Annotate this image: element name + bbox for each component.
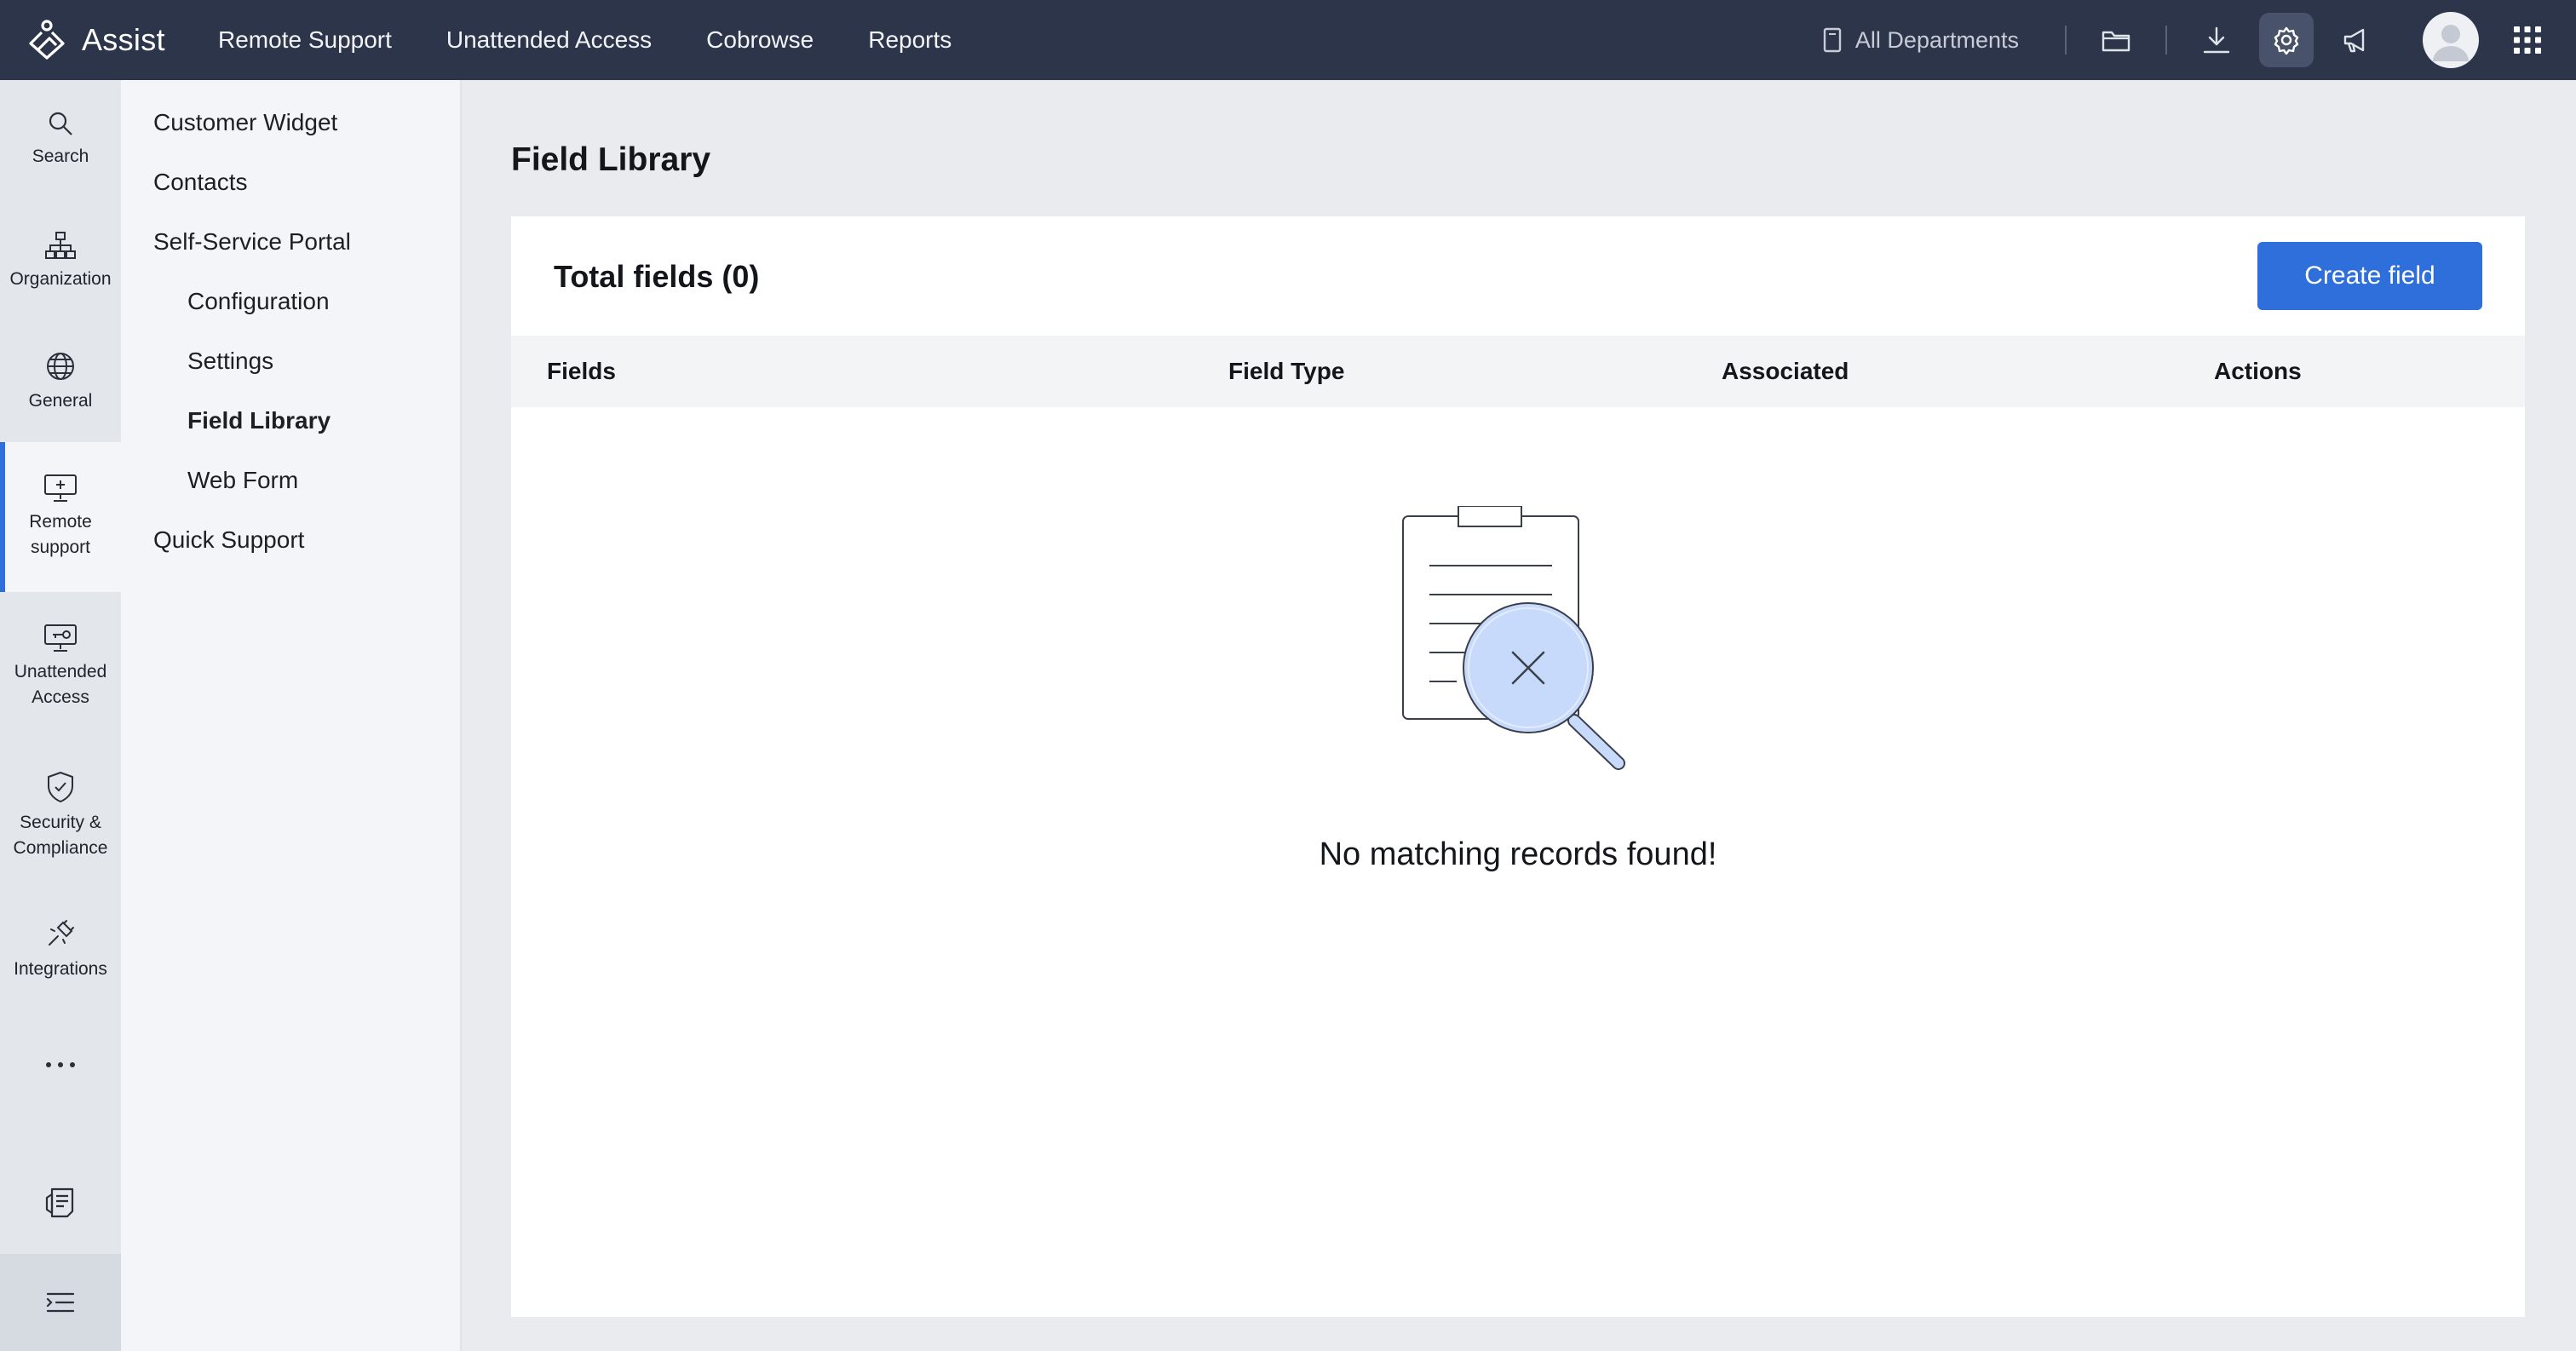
- column-header-associated: Associated: [1722, 358, 1849, 384]
- more-dots-icon: [46, 1062, 75, 1067]
- subnav-contacts[interactable]: Contacts: [153, 169, 248, 196]
- rail-item-security-compliance[interactable]: Security & Compliance: [0, 741, 121, 890]
- subnav-web-form[interactable]: Web Form: [187, 467, 298, 494]
- rail-label-line2: Access: [32, 687, 89, 707]
- rail-item-release-notes[interactable]: [0, 1170, 121, 1235]
- column-header-fields: Fields: [547, 358, 616, 384]
- rail-label: General: [28, 391, 93, 411]
- total-fields-heading: Total fields (0): [554, 259, 760, 294]
- rail-item-general[interactable]: General: [0, 323, 121, 442]
- create-field-button[interactable]: Create field: [2257, 242, 2482, 310]
- department-label: All Departments: [1854, 26, 2019, 53]
- rail-label: Organization: [9, 268, 112, 289]
- topnav-unattended-access[interactable]: Unattended Access: [446, 26, 652, 54]
- assist-logo-icon: [29, 20, 65, 60]
- department-selector[interactable]: All Departments: [1823, 27, 2019, 54]
- settings-icon: [2274, 26, 2299, 55]
- rail-label: Integrations: [14, 959, 107, 979]
- subnav-field-library[interactable]: Field Library: [187, 407, 331, 434]
- icon-rail: Search Organization General Remote suppo…: [0, 80, 121, 1351]
- rail-label-line2: Compliance: [13, 837, 108, 858]
- announcements-button[interactable]: [2329, 13, 2383, 67]
- rail-item-more[interactable]: [0, 1009, 121, 1120]
- search-icon: [49, 112, 72, 135]
- monitor-key-icon: [44, 624, 77, 652]
- empty-state-message: No matching records found!: [1319, 836, 1717, 872]
- shield-check-icon: [48, 771, 73, 802]
- rail-label-line1: Security &: [20, 812, 101, 832]
- page-title: Field Library: [511, 141, 711, 178]
- divider: [2065, 26, 2067, 55]
- top-navigation-bar: Assist Remote Support Unattended Access …: [0, 0, 2576, 80]
- app-name: Assist: [82, 22, 165, 57]
- globe-icon: [47, 353, 74, 380]
- apps-grid-icon[interactable]: [2513, 26, 2542, 55]
- user-avatar-icon: [2433, 25, 2469, 61]
- plug-icon: [49, 920, 74, 946]
- rail-label-line1: Unattended: [14, 661, 107, 681]
- download-icon: [2203, 26, 2230, 54]
- fields-card: Total fields (0) Create field Fields Fie…: [511, 216, 2525, 1317]
- topbar-actions: All Departments: [1823, 0, 2576, 80]
- top-nav: Remote Support Unattended Access Cobrows…: [218, 0, 1006, 80]
- avatar[interactable]: [2423, 12, 2479, 68]
- empty-state-illustration: [1402, 506, 1625, 770]
- subnav-self-service-portal[interactable]: Self-Service Portal: [153, 228, 351, 256]
- subnav-configuration[interactable]: Configuration: [187, 288, 330, 315]
- org-chart-icon: [45, 231, 76, 259]
- building-icon: [1823, 27, 1842, 53]
- collapse-menu-button[interactable]: [0, 1254, 121, 1351]
- divider: [2165, 26, 2167, 55]
- column-header-field-type: Field Type: [1228, 358, 1345, 384]
- download-button[interactable]: [2189, 13, 2244, 67]
- rail-label-line1: Remote: [29, 512, 92, 532]
- subnav-quick-support[interactable]: Quick Support: [153, 526, 304, 554]
- rail-item-unattended-access[interactable]: Unattended Access: [0, 592, 121, 741]
- rail-item-integrations[interactable]: Integrations: [0, 890, 121, 1009]
- topnav-remote-support[interactable]: Remote Support: [218, 26, 392, 54]
- settings-button[interactable]: [2259, 13, 2314, 67]
- release-notes-icon: [45, 1187, 74, 1218]
- folder-icon: [2102, 31, 2130, 52]
- monitor-plus-icon: [44, 474, 77, 502]
- folder-button[interactable]: [2089, 13, 2143, 67]
- rail-item-search[interactable]: Search: [0, 80, 121, 199]
- rail-label: Search: [32, 147, 89, 166]
- topnav-cobrowse[interactable]: Cobrowse: [706, 26, 814, 54]
- announcement-icon: [2343, 28, 2365, 53]
- rail-label-line2: support: [30, 538, 91, 557]
- brand[interactable]: Assist: [0, 0, 203, 80]
- subnav-settings[interactable]: Settings: [187, 348, 273, 375]
- topnav-reports[interactable]: Reports: [868, 26, 952, 54]
- table-header: Fields Field Type Associated Actions: [511, 336, 2525, 407]
- rail-item-remote-support[interactable]: Remote support: [0, 442, 121, 592]
- settings-subnav: Customer Widget Contacts Self-Service Po…: [121, 80, 462, 1351]
- subnav-customer-widget[interactable]: Customer Widget: [153, 109, 337, 136]
- collapse-menu-icon: [46, 1292, 75, 1313]
- column-header-actions: Actions: [2214, 358, 2302, 384]
- rail-item-organization[interactable]: Organization: [0, 199, 121, 323]
